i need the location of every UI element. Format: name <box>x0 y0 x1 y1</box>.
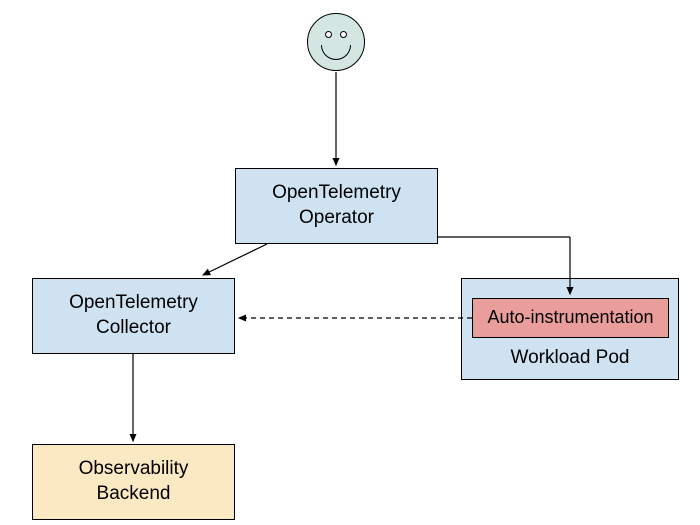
operator-node: OpenTelemetry Operator <box>235 168 438 244</box>
workload-pod-label: Workload Pod <box>511 346 630 371</box>
collector-label: OpenTelemetry Collector <box>39 291 228 340</box>
backend-label: Observability Backend <box>39 457 228 506</box>
auto-instrumentation-node: Auto-instrumentation <box>472 298 669 338</box>
collector-node: OpenTelemetry Collector <box>32 278 235 354</box>
operator-label: OpenTelemetry Operator <box>242 181 431 230</box>
backend-node: Observability Backend <box>32 444 235 520</box>
user-icon <box>307 13 365 71</box>
auto-instrumentation-label: Auto-instrumentation <box>487 306 653 329</box>
